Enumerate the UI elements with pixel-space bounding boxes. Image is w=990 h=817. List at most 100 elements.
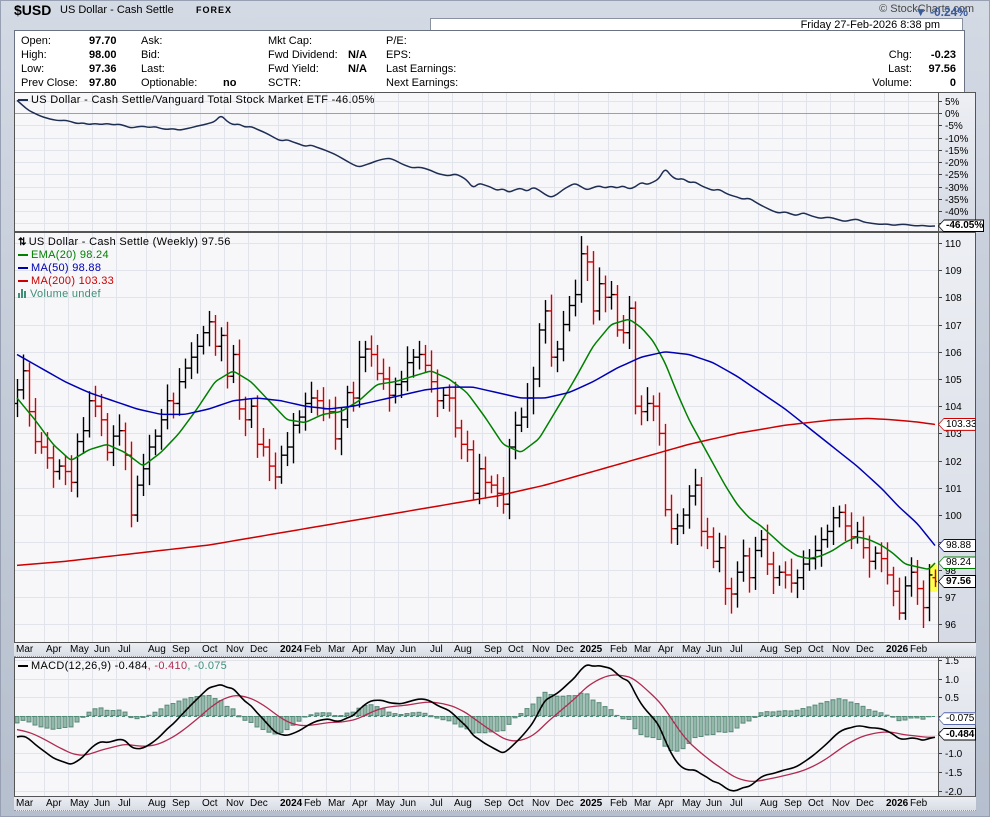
x-axis-month-label: Jul — [430, 644, 443, 655]
symbol-name: US Dollar - Cash Settle — [60, 4, 174, 16]
axis-label--46.05%: -46.05% — [938, 219, 984, 232]
x-axis-month-label: May — [376, 644, 395, 655]
x-axis-month-label: Apr — [46, 798, 62, 809]
quote-value: N/A — [348, 49, 367, 61]
x-axis-month-label: Jun — [706, 644, 722, 655]
quote-label: Ask: — [141, 35, 162, 47]
x-axis-month-label: Aug — [148, 798, 166, 809]
price-legend: ⇅US Dollar - Cash Settle (Weekly) 97.56 … — [18, 236, 231, 301]
quote-label: High: — [21, 49, 47, 61]
x-axis-month-label: Sep — [484, 798, 502, 809]
ma200-line-icon — [18, 280, 28, 282]
x-axis-month-label: Nov — [832, 644, 850, 655]
quote-right-row: Volume:0 — [872, 77, 956, 89]
macd-legend-hist: , -0.075 — [187, 660, 227, 672]
x-axis-labels-bottom: MarAprMayJunJulAugSepOctNovDec2024FebMar… — [14, 797, 976, 811]
x-axis-month-label: Dec — [250, 798, 268, 809]
volume-bars-icon — [18, 288, 28, 298]
exchange-label: FOREX — [196, 5, 232, 15]
x-axis-month-label: Dec — [556, 798, 574, 809]
x-axis-month-label: Jul — [730, 644, 743, 655]
x-axis-month-label: Sep — [172, 798, 190, 809]
x-axis-month-label: May — [376, 798, 395, 809]
quote-label: Prev Close: — [21, 77, 78, 89]
chart-datetime: Friday 27-Feb-2026 8:38 pm — [430, 18, 963, 30]
x-axis-month-label: Feb — [304, 798, 321, 809]
x-axis-month-label: Jul — [118, 798, 131, 809]
quote-right-row: Chg:-0.23 — [889, 49, 956, 61]
x-axis-month-label: May — [682, 644, 701, 655]
quote-label: SCTR: — [268, 77, 301, 89]
x-axis-month-label: Jun — [94, 644, 110, 655]
x-axis-month-label: Oct — [808, 644, 824, 655]
x-axis-month-label: Feb — [910, 798, 927, 809]
quote-panel: Open:97.70High:98.00Low:97.36Prev Close:… — [14, 30, 965, 94]
x-axis-month-label: Oct — [202, 798, 218, 809]
ma200-legend: MA(200) 103.33 — [18, 275, 231, 288]
x-axis-month-label: Apr — [46, 644, 62, 655]
ratio-legend: US Dollar - Cash Settle/Vanguard Total S… — [18, 94, 375, 106]
quote-value: no — [223, 77, 236, 89]
x-axis-month-label: Nov — [226, 644, 244, 655]
x-axis-month-label: Apr — [352, 798, 368, 809]
quote-right-row: Last:97.56 — [888, 63, 956, 75]
macd-legend-signal: , -0.410 — [148, 660, 188, 672]
ratio-chart-canvas — [14, 92, 976, 232]
x-axis-month-label: 2025 — [580, 798, 602, 809]
x-axis-month-label: 2024 — [280, 798, 302, 809]
axis-label--0.484: -0.484 — [938, 728, 976, 741]
x-axis-month-label: Apr — [658, 644, 674, 655]
quote-label: Open: — [21, 35, 51, 47]
x-axis-month-label: Oct — [508, 798, 524, 809]
quote-label: EPS: — [386, 49, 411, 61]
axis-label-98.88: 98.88 — [938, 539, 976, 552]
x-axis-month-label: 2024 — [280, 644, 302, 655]
quote-label: Optionable: — [141, 77, 197, 89]
ema20-line-icon — [18, 254, 28, 256]
x-axis-month-label: Jun — [400, 798, 416, 809]
x-axis-month-label: Nov — [832, 798, 850, 809]
x-axis-month-label: Feb — [910, 644, 927, 655]
x-axis-month-label: Jun — [706, 798, 722, 809]
quote-value: 98.00 — [89, 49, 117, 61]
quote-label: Next Earnings: — [386, 77, 458, 89]
x-axis-month-label: Dec — [250, 644, 268, 655]
x-axis-month-label: Aug — [760, 798, 778, 809]
x-axis-labels-top: MarAprMayJunJulAugSepOctNovDec2024FebMar… — [14, 643, 976, 657]
quote-label: P/E: — [386, 35, 407, 47]
quote-value: N/A — [348, 63, 367, 75]
x-axis-month-label: Oct — [508, 644, 524, 655]
ema20-legend: EMA(20) 98.24 — [18, 249, 231, 262]
volume-legend: Volume undef — [18, 288, 231, 301]
x-axis-month-label: Jun — [400, 644, 416, 655]
x-axis-month-label: Dec — [556, 644, 574, 655]
quote-label: Fwd Yield: — [268, 63, 319, 75]
quote-label: Fwd Dividend: — [268, 49, 338, 61]
x-axis-month-label: Feb — [304, 644, 321, 655]
x-axis-month-label: Mar — [16, 644, 33, 655]
x-axis-month-label: Feb — [610, 644, 627, 655]
x-axis-month-label: Mar — [634, 798, 651, 809]
macd-legend-main: MACD(12,26,9) -0.484 — [31, 660, 148, 672]
quote-value: 97.36 — [89, 63, 117, 75]
ma50-line-icon — [18, 267, 28, 269]
x-axis-month-label: Sep — [784, 644, 802, 655]
quote-value: 97.80 — [89, 77, 117, 89]
x-axis-month-label: Dec — [856, 644, 874, 655]
x-axis-month-label: Sep — [484, 644, 502, 655]
x-axis-month-label: Mar — [16, 798, 33, 809]
x-axis-month-label: Sep — [172, 644, 190, 655]
x-axis-month-label: Apr — [658, 798, 674, 809]
x-axis-month-label: Aug — [454, 644, 472, 655]
x-axis-month-label: May — [70, 798, 89, 809]
x-axis-month-label: Jul — [730, 798, 743, 809]
macd-line-icon — [18, 665, 28, 667]
axis-label-98.24: 98.24 — [938, 556, 976, 569]
x-axis-month-label: Oct — [808, 798, 824, 809]
x-axis-month-label: Jun — [94, 798, 110, 809]
x-axis-month-label: Sep — [784, 798, 802, 809]
x-axis-month-label: Jul — [430, 798, 443, 809]
x-axis-month-label: Apr — [352, 644, 368, 655]
change-percent-value: -0.24% — [930, 5, 968, 19]
x-axis-month-label: Feb — [610, 798, 627, 809]
